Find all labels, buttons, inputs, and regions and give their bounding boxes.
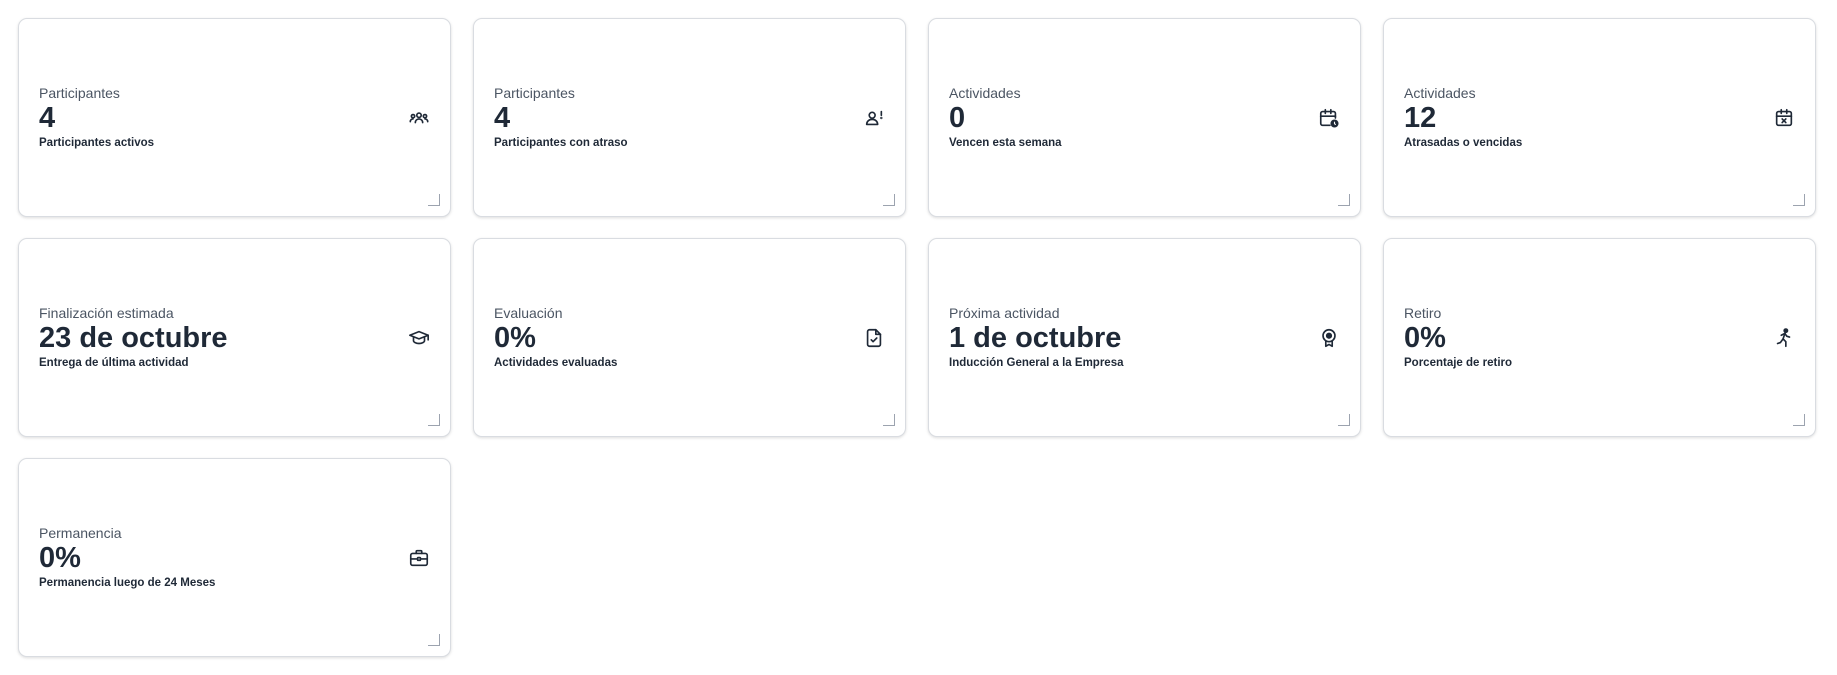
stat-description: Porcentaje de retiro — [1404, 357, 1513, 369]
stat-description: Inducción General a la Empresa — [949, 357, 1124, 369]
resize-handle[interactable] — [1793, 194, 1805, 206]
stat-label: Permanencia — [39, 525, 122, 541]
stat-value: 0% — [39, 542, 81, 574]
users-group-icon — [408, 107, 430, 129]
stat-card-content: Participantes 4 Participantes activos — [39, 85, 154, 150]
stat-card-content: Retiro 0% Porcentaje de retiro — [1404, 305, 1512, 370]
user-alert-icon — [863, 107, 885, 129]
stat-label: Participantes — [39, 85, 120, 101]
stat-card-participantes-atraso: Participantes 4 Participantes con atraso — [473, 18, 906, 217]
stat-card-content: Evaluación 0% Actividades evaluadas — [494, 305, 617, 370]
stats-grid: Participantes 4 Participantes activos Pa… — [0, 0, 1837, 675]
resize-handle[interactable] — [1338, 414, 1350, 426]
stat-value: 0 — [949, 102, 966, 134]
stat-card-vencen-semana: Actividades 0 Vencen esta semana — [928, 18, 1361, 217]
resize-handle[interactable] — [883, 194, 895, 206]
stat-card-retiro: Retiro 0% Porcentaje de retiro — [1383, 238, 1816, 437]
stat-label: Finalización estimada — [39, 305, 174, 321]
stat-value: 23 de octubre — [39, 322, 228, 354]
stat-label: Participantes — [494, 85, 575, 101]
stat-description: Permanencia luego de 24 Meses — [39, 577, 216, 589]
stat-value: 4 — [494, 102, 511, 134]
stat-label: Actividades — [949, 85, 1021, 101]
file-check-icon — [863, 327, 885, 349]
calendar-clock-icon — [1318, 107, 1340, 129]
stat-label: Evaluación — [494, 305, 563, 321]
stat-card-content: Actividades 12 Atrasadas o vencidas — [1404, 85, 1522, 150]
stat-card-participantes-activos: Participantes 4 Participantes activos — [18, 18, 451, 217]
stat-card-atrasadas: Actividades 12 Atrasadas o vencidas — [1383, 18, 1816, 217]
stat-card-content: Participantes 4 Participantes con atraso — [494, 85, 628, 150]
resize-handle[interactable] — [1338, 194, 1350, 206]
stat-description: Entrega de última actividad — [39, 357, 189, 369]
briefcase-icon — [408, 547, 430, 569]
stat-card-content: Permanencia 0% Permanencia luego de 24 M… — [39, 525, 215, 590]
stat-label: Actividades — [1404, 85, 1476, 101]
stat-value: 12 — [1404, 102, 1437, 134]
stat-card-finalizacion: Finalización estimada 23 de octubre Entr… — [18, 238, 451, 437]
stat-value: 0% — [1404, 322, 1446, 354]
stat-value: 4 — [39, 102, 56, 134]
stat-label: Retiro — [1404, 305, 1442, 321]
resize-handle[interactable] — [428, 194, 440, 206]
resize-handle[interactable] — [428, 414, 440, 426]
stat-description: Vencen esta semana — [949, 137, 1062, 149]
stat-card-content: Actividades 0 Vencen esta semana — [949, 85, 1062, 150]
calendar-x-icon — [1773, 107, 1795, 129]
stat-card-proxima-actividad: Próxima actividad 1 de octubre Inducción… — [928, 238, 1361, 437]
stat-description: Participantes activos — [39, 137, 155, 149]
award-icon — [1318, 327, 1340, 349]
running-person-icon — [1773, 327, 1795, 349]
stat-value: 0% — [494, 322, 536, 354]
resize-handle[interactable] — [1793, 414, 1805, 426]
resize-handle[interactable] — [428, 634, 440, 646]
stat-value: 1 de octubre — [949, 322, 1122, 354]
stat-description: Atrasadas o vencidas — [1404, 137, 1523, 149]
stat-description: Actividades evaluadas — [494, 357, 618, 369]
graduation-cap-icon — [408, 327, 430, 349]
stat-label: Próxima actividad — [949, 305, 1060, 321]
stat-card-permanencia: Permanencia 0% Permanencia luego de 24 M… — [18, 458, 451, 657]
resize-handle[interactable] — [883, 414, 895, 426]
stat-card-content: Finalización estimada 23 de octubre Entr… — [39, 305, 228, 370]
stat-card-content: Próxima actividad 1 de octubre Inducción… — [949, 305, 1123, 370]
stat-description: Participantes con atraso — [494, 137, 628, 149]
stat-card-evaluacion: Evaluación 0% Actividades evaluadas — [473, 238, 906, 437]
